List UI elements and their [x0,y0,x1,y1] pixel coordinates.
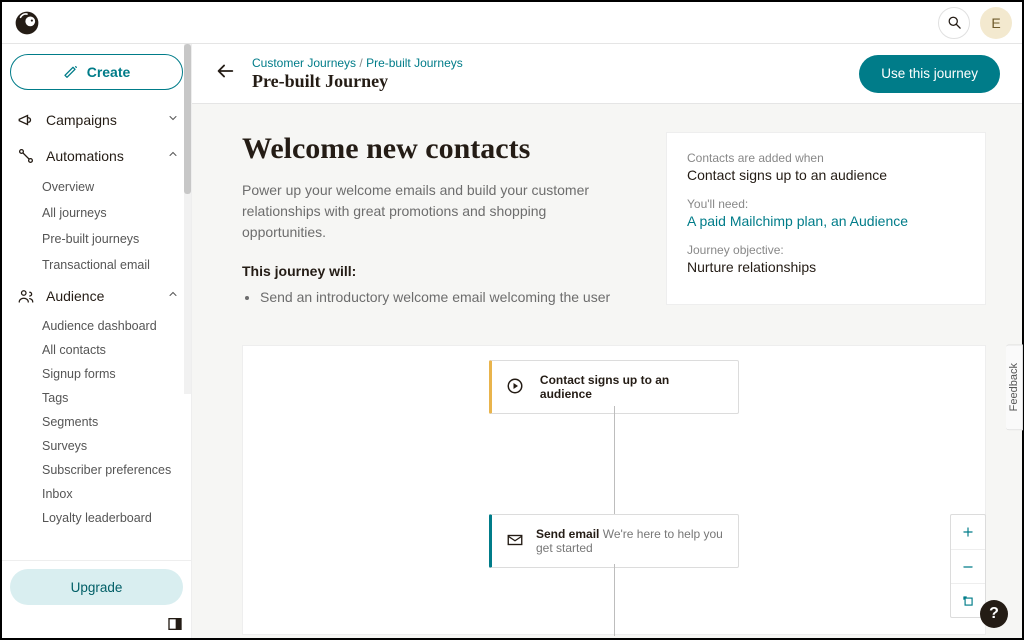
nav-audience-subprefs[interactable]: Subscriber preferences [10,458,183,482]
email-icon [506,531,524,552]
journey-will-list: Send an introductory welcome email welco… [242,289,642,305]
nav-campaigns[interactable]: Campaigns [10,102,183,138]
search-icon [947,15,962,30]
meta-contacts-value: Contact signs up to an audience [687,167,965,183]
nav-automations-all-journeys[interactable]: All journeys [10,200,183,226]
use-journey-button[interactable]: Use this journey [859,55,1000,93]
logo[interactable] [12,8,42,38]
nav-audience-signup[interactable]: Signup forms [10,362,183,386]
connector [614,564,615,636]
nav-automations-overview[interactable]: Overview [10,174,183,200]
hero-description: Power up your welcome emails and build y… [242,180,592,243]
search-button[interactable] [938,7,970,39]
journey-meta-card: Contacts are added when Contact signs up… [666,132,986,305]
journey-will-title: This journey will: [242,263,642,279]
zoom-in-button[interactable] [951,515,985,549]
nav-automations[interactable]: Automations [10,138,183,174]
hero-title: Welcome new contacts [242,132,642,166]
zoom-controls [950,514,986,618]
meta-need-plan-link[interactable]: A paid Mailchimp plan [687,213,823,229]
connector [614,406,615,514]
account-avatar[interactable]: E [980,7,1012,39]
sidebar-scroll-thumb[interactable] [184,44,191,194]
main: Customer Journeys / Pre-built Journeys P… [192,44,1022,638]
chevron-down-icon [167,111,179,129]
nav-automations-transactional[interactable]: Transactional email [10,252,183,278]
nav-audience-inbox[interactable]: Inbox [10,482,183,506]
breadcrumb-leaf[interactable]: Pre-built Journeys [366,56,463,70]
journey-node-email-title: Send email [536,527,599,541]
create-button[interactable]: Create [10,54,183,90]
meta-need-audience-link[interactable]: an Audience [831,213,908,229]
meta-objective-value: Nurture relationships [687,259,965,275]
nav-audience-surveys[interactable]: Surveys [10,434,183,458]
sidebar: Create Campaigns Automations Overview Al… [2,44,192,638]
nav-audience-dashboard[interactable]: Audience dashboard [10,314,183,338]
chevron-up-icon [167,147,179,165]
nav-audience-tags[interactable]: Tags [10,386,183,410]
meta-need-label: You'll need: [687,197,965,211]
audience-icon [14,287,38,305]
nav-audience-contacts[interactable]: All contacts [10,338,183,362]
nav-audience[interactable]: Audience [10,278,183,314]
journey-node-start-label: Contact signs up to an audience [540,373,669,401]
upgrade-button[interactable]: Upgrade [10,569,183,605]
journey-will-item: Send an introductory welcome email welco… [260,289,642,305]
feedback-tab[interactable]: Feedback [1006,344,1023,430]
back-button[interactable] [214,60,242,87]
pencil-icon [63,64,79,80]
megaphone-icon [14,111,38,129]
nav-audience-segments[interactable]: Segments [10,410,183,434]
chevron-up-icon [167,287,179,305]
journey-node-email[interactable]: Send email We're here to help you get st… [489,514,739,568]
breadcrumb-root[interactable]: Customer Journeys [252,56,356,70]
panel-toggle-icon[interactable] [167,616,185,634]
meta-objective-label: Journey objective: [687,243,965,257]
journey-canvas[interactable]: Contact signs up to an audience Send ema… [242,345,986,635]
help-button[interactable]: ? [980,600,1008,628]
nav-audience-loyalty[interactable]: Loyalty leaderboard [10,506,183,530]
automations-icon [14,147,38,165]
breadcrumb: Customer Journeys / Pre-built Journeys [252,56,463,70]
meta-contacts-label: Contacts are added when [687,151,965,165]
zoom-out-button[interactable] [951,549,985,583]
play-icon [506,377,528,398]
nav-automations-prebuilt[interactable]: Pre-built journeys [10,226,183,252]
create-label: Create [87,64,131,80]
page-title: Pre-built Journey [252,71,463,92]
